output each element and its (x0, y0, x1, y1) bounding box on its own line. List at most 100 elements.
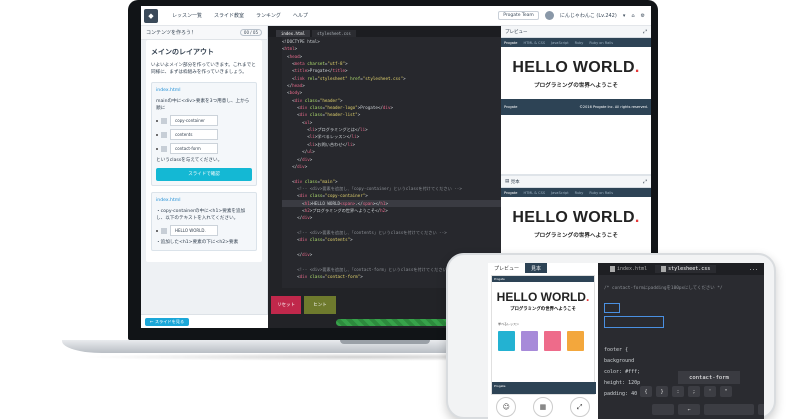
arrow-right-key[interactable]: → (758, 404, 764, 415)
tab-preview[interactable]: プレビュー (488, 263, 526, 273)
hello-heading: HELLO WORLD. (501, 59, 651, 77)
symbol-key[interactable]: ; (688, 386, 700, 397)
phone-editor-tabs: index.html stylesheet.css ... (598, 263, 764, 275)
progate-logo-icon[interactable]: ◆ (144, 8, 158, 23)
tab-stylesheet-css[interactable]: stylesheet.css (312, 30, 356, 37)
code-line: <h2>プログラミングの世界へようこそ</h2> (282, 207, 388, 213)
code-line: <body> (282, 90, 303, 96)
code-line: <li>学べるレッスン</li> (282, 134, 360, 140)
code-line: <div class="copy-container"> (282, 193, 368, 199)
example-header: ▤ 見本 ⤢ (501, 176, 651, 188)
sidebar-header: コンテンツを作ろう！ 00 / 05 (141, 26, 267, 40)
view-slides-button[interactable]: ← スライドを見る (145, 317, 190, 326)
code-comment: /* contact-formにpaddingを100pxにしてください */ (604, 286, 723, 291)
phone-preview-panel: プレビュー 見本 Progate HELLO WORLD. プログラミングの世界… (488, 263, 598, 419)
symbol-key[interactable]: " (720, 386, 732, 397)
slide-icon[interactable]: ▦ (532, 397, 553, 417)
file-icon (661, 266, 667, 272)
space-key[interactable] (704, 404, 754, 415)
user-avatar[interactable] (544, 11, 554, 20)
symbol-key[interactable]: : (672, 386, 684, 397)
line-gutter (268, 37, 282, 288)
code-line: <div class="main"> (282, 178, 338, 184)
code-line: </div> (282, 215, 313, 221)
welcome-subtitle: プログラミングの世界へようこそ (534, 83, 618, 89)
phone-code-line: footer { (604, 347, 629, 353)
bullet-icon (156, 147, 158, 150)
nav-links: レッスン一覧 スライド教室 ランキング ヘルプ (172, 12, 308, 19)
view-slide-button[interactable]: スライドで確認 (156, 168, 252, 181)
code-line: </ul> (282, 149, 315, 155)
dropdown-chevron-icon[interactable]: ▾ (623, 13, 626, 19)
symbol-key[interactable]: } (656, 386, 668, 397)
sidebar-step-pill[interactable]: 00 / 05 (239, 29, 262, 36)
code-line: <!-- <div>要素を追加し、「contents」というclassを付けてく… (282, 229, 447, 235)
site-nav-item: Ruby (574, 190, 584, 195)
nav-link-slides[interactable]: スライド教室 (214, 12, 244, 19)
phone-code-line: padding: 40 (604, 391, 638, 397)
lesson-intro: いよいよメイン部分を作っていきます。これまでと同様に、まずは枠組みを作っていきま… (151, 63, 256, 75)
task-text: ・copy-containerの中に<h1>要素を追加し、以下のテキストを入れて… (156, 209, 246, 221)
phone-tab-index-html[interactable]: index.html (604, 265, 653, 273)
selection-marker (604, 316, 664, 328)
phone-code-editor[interactable]: index.html stylesheet.css ... /* contact… (598, 263, 764, 419)
copy-icon[interactable] (161, 145, 167, 152)
symbol-keybar: {}:; ' " (640, 386, 732, 397)
class-name-box: copy-container (170, 115, 218, 126)
expand-icon[interactable]: ⤢ (643, 179, 647, 185)
preview-header: プレビュー ⤢ (501, 26, 651, 38)
hint-button[interactable]: ヒント (304, 296, 336, 314)
site-nav-item: HTML & CSS (523, 40, 546, 45)
lesson-title: メインのレイアウト (151, 48, 214, 56)
phone-code-line: background (604, 358, 635, 364)
arrow-left-key[interactable] (652, 404, 674, 415)
bullet-icon (156, 119, 158, 122)
code-lines[interactable]: <!DOCTYPE html> <html> <head> <meta char… (282, 38, 501, 288)
copy-icon[interactable] (161, 227, 167, 234)
user-name[interactable]: にんじゃわんこ (Lv.242) (560, 12, 617, 19)
nav-link-ranking[interactable]: ランキング (256, 12, 281, 19)
editor-tabs: index.html stylesheet.css (268, 26, 501, 37)
phone-tab-stylesheet-css[interactable]: stylesheet.css (655, 265, 717, 273)
site-brand: Progate (504, 40, 518, 45)
tab-example[interactable]: 見本 (525, 263, 548, 273)
preview-pane: プレビュー ⤢ Progate HTML & CSS JavaScript Ru… (501, 26, 651, 174)
nav-link-lessons[interactable]: レッスン一覧 (172, 12, 202, 19)
symbol-key[interactable]: ' (704, 386, 716, 397)
hello-text: HELLO WORLD (512, 209, 635, 226)
hello-text: HELLO WORLD (512, 59, 635, 76)
copy-icon[interactable] (161, 117, 167, 124)
reset-button[interactable]: リセット (271, 296, 301, 314)
fullscreen-icon[interactable]: ⤢ (569, 397, 590, 417)
nav-link-help[interactable]: ヘルプ (293, 12, 308, 19)
task-file-name: index.html (156, 88, 181, 93)
lesson-tile (544, 331, 561, 351)
preview-label: プレビュー (505, 29, 528, 35)
tab-index-html[interactable]: index.html (276, 30, 311, 37)
phone-mini-site: Progate HELLO WORLD. プログラミングの世界へようこそ 学べる… (491, 275, 596, 395)
copy-icon[interactable] (161, 131, 167, 138)
nav-right: Progate Team にんじゃわんこ (Lv.242) ▾ ⌂ ⚙ (498, 11, 645, 20)
arrow-left-key[interactable]: ← (678, 404, 700, 415)
class-item: contents (156, 129, 252, 140)
site-nav-item: JavaScript (551, 40, 569, 45)
phone-bottom-buttons: ☺ ▦ ⤢ (488, 395, 598, 419)
home-icon[interactable]: ⌂ (631, 13, 634, 19)
welcome-subtitle: プログラミングの世界へようこそ (534, 233, 618, 239)
symbol-key[interactable]: { (640, 386, 652, 397)
task-text: mainの中に<div>要素を3つ用意し、上から順に (156, 99, 250, 111)
settings-gear-icon[interactable]: ⚙ (641, 13, 645, 19)
site-nav-item: Ruby (574, 40, 584, 45)
code-line: </div> (282, 163, 308, 169)
autocomplete-suggestion[interactable]: contact-form (678, 371, 740, 384)
more-menu-icon[interactable]: ... (749, 266, 758, 272)
ninja-avatar-icon[interactable]: ☺ (496, 397, 517, 417)
expand-icon[interactable]: ⤢ (643, 29, 647, 35)
site-brand: Progate (504, 190, 518, 195)
phone-code-lines[interactable]: footer {background color: #fff; height: 12… (604, 345, 640, 400)
lesson-tile (521, 331, 538, 351)
team-selector[interactable]: Progate Team (498, 11, 539, 20)
